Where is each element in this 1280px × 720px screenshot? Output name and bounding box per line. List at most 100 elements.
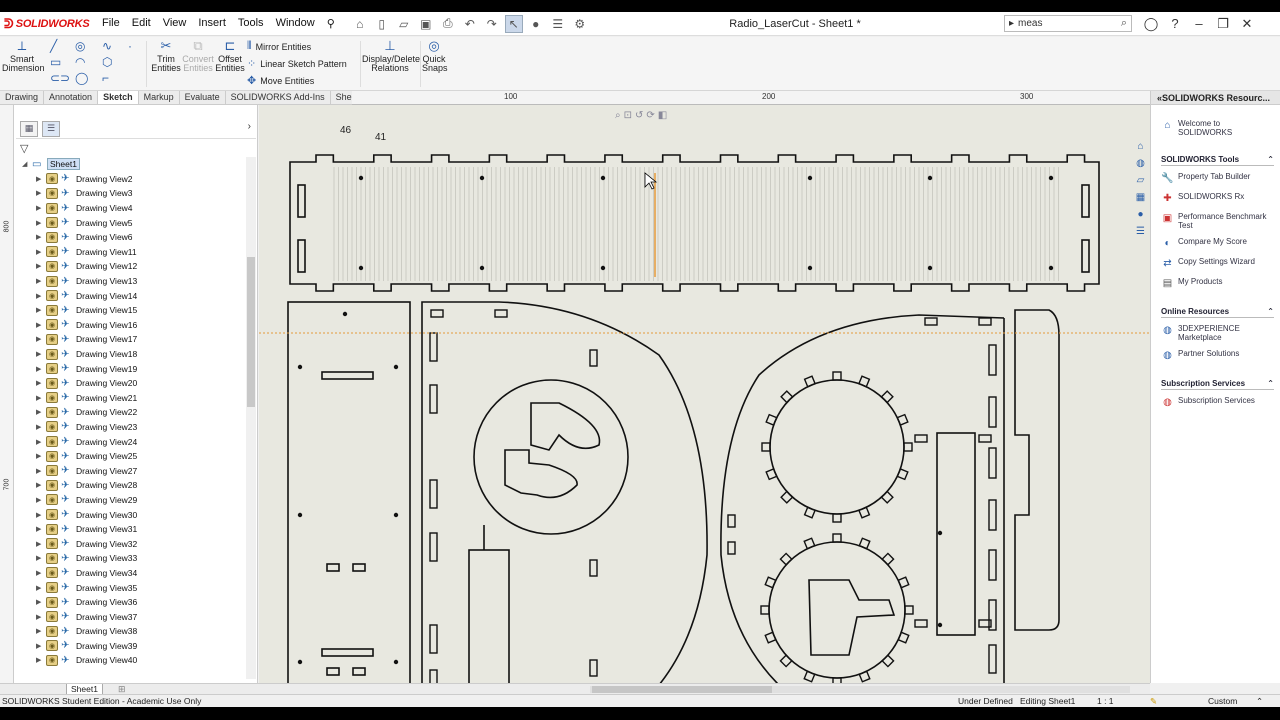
tree-item-drawing-view[interactable]: ▶ ◉ ✈ Drawing View15 (20, 303, 246, 318)
task-pane-link[interactable]: 🔧 Property Tab Builder (1161, 172, 1274, 185)
collapse-icon[interactable]: ◢ (22, 160, 32, 168)
ellipse-tool-icon[interactable]: ◯ (75, 71, 88, 85)
scroll-thumb[interactable] (592, 686, 772, 693)
scale-status[interactable]: 1 : 1 (1097, 695, 1114, 707)
expand-icon[interactable]: ▶ (36, 321, 46, 329)
restore-icon[interactable]: ❐ (1214, 16, 1232, 32)
tree-item-drawing-view[interactable]: ▶ ◉ ✈ Drawing View27 (20, 463, 246, 478)
task-pane-link[interactable]: ◍ Partner Solutions (1161, 349, 1274, 362)
tree-item-drawing-view[interactable]: ▶ ◉ ✈ Drawing View39 (20, 639, 246, 654)
appearances-icon[interactable]: ● (1134, 208, 1147, 221)
expand-icon[interactable]: ▶ (36, 233, 46, 241)
chevron-up-icon[interactable]: ⌃ (1256, 695, 1263, 707)
tab-drawing[interactable]: Drawing (0, 91, 45, 104)
menu-window[interactable]: Window (270, 17, 321, 30)
tree-item-drawing-view[interactable]: ▶ ◉ ✈ Drawing View3 (20, 186, 246, 201)
expand-icon[interactable]: ▶ (36, 379, 46, 387)
undo-icon[interactable]: ↶ (461, 15, 479, 33)
search-icon[interactable]: ⌕ (1121, 17, 1127, 30)
tree-item-drawing-view[interactable]: ▶ ◉ ✈ Drawing View14 (20, 288, 246, 303)
section-header[interactable]: Subscription Services ⌃ (1161, 379, 1274, 390)
task-pane-link[interactable]: ⇄ Copy Settings Wizard (1161, 257, 1274, 270)
smart-dimension-button[interactable]: ⟂ Smart Dimension (2, 39, 45, 73)
task-pane-link[interactable]: ▣ Performance Benchmark Test (1161, 212, 1274, 230)
expand-icon[interactable]: ▶ (36, 656, 46, 664)
expand-icon[interactable]: ▶ (36, 175, 46, 183)
expand-icon[interactable]: ▶ (36, 262, 46, 270)
tab-markup[interactable]: Markup (139, 91, 180, 104)
expand-icon[interactable]: ▶ (36, 438, 46, 446)
tab-evaluate[interactable]: Evaluate (180, 91, 226, 104)
solidworks-logo[interactable]: ᕲ SOLIDWORKS (4, 16, 90, 32)
expand-icon[interactable]: ▶ (36, 408, 46, 416)
expand-icon[interactable]: ▶ (36, 189, 46, 197)
tree-item-drawing-view[interactable]: ▶ ◉ ✈ Drawing View17 (20, 332, 246, 347)
menu-edit[interactable]: Edit (126, 17, 157, 30)
tree-item-drawing-view[interactable]: ▶ ◉ ✈ Drawing View38 (20, 624, 246, 639)
spline-tool-icon[interactable]: ∿ (102, 39, 112, 53)
options-gear-icon[interactable]: ⚙ (571, 15, 589, 33)
help-icon[interactable]: ? (1166, 16, 1184, 31)
welcome-link[interactable]: ⌂ Welcome to SOLIDWORKS (1161, 119, 1274, 137)
expand-icon[interactable]: ▶ (36, 584, 46, 592)
tab-annotation[interactable]: Annotation (44, 91, 99, 104)
tree-item-drawing-view[interactable]: ▶ ◉ ✈ Drawing View5 (20, 215, 246, 230)
filter-icon[interactable]: ▽ (20, 142, 28, 155)
menu-view[interactable]: View (157, 17, 193, 30)
expand-icon[interactable]: ▶ (36, 292, 46, 300)
units-selector[interactable]: Custom (1208, 695, 1237, 707)
property-manager-icon[interactable]: ☰ (42, 120, 60, 137)
slot-tool-icon[interactable]: ⊂⊃ (50, 71, 70, 85)
linear-sketch-pattern-button[interactable]: ⁘ Linear Sketch Pattern (247, 57, 347, 70)
rectangle-tool-icon[interactable]: ▭ (50, 55, 61, 69)
expand-arrow-icon[interactable]: › (248, 121, 251, 132)
expand-icon[interactable]: ▶ (36, 467, 46, 475)
tree-root-sheet[interactable]: ◢ ▭ Sheet1 (20, 157, 246, 172)
task-pane-link[interactable]: ◍ 3DEXPERIENCE Marketplace (1161, 324, 1274, 342)
chevron-up-icon[interactable]: ⌃ (1267, 307, 1274, 316)
tree-item-drawing-view[interactable]: ▶ ◉ ✈ Drawing View36 (20, 595, 246, 610)
task-pane-link[interactable]: ◐ Compare My Score (1161, 237, 1274, 250)
offset-entities-button[interactable]: ⊏ Offset Entities (210, 39, 250, 73)
tree-scrollbar[interactable] (246, 157, 256, 679)
chevron-up-icon[interactable]: ⌃ (1267, 155, 1274, 164)
expand-icon[interactable]: ▶ (36, 277, 46, 285)
tree-item-drawing-view[interactable]: ▶ ◉ ✈ Drawing View23 (20, 420, 246, 435)
rebuild-icon[interactable]: ● (527, 15, 545, 33)
tree-item-drawing-view[interactable]: ▶ ◉ ✈ Drawing View34 (20, 566, 246, 581)
scroll-thumb[interactable] (247, 257, 255, 407)
arc-tool-icon[interactable]: ◠ (75, 55, 85, 69)
file-explorer-icon[interactable]: ▱ (1134, 174, 1147, 187)
parts-library-icon[interactable]: ◍ (1134, 157, 1147, 170)
expand-icon[interactable]: ▶ (36, 248, 46, 256)
rotate-icon[interactable]: ⟳ (646, 110, 654, 121)
tree-item-drawing-view[interactable]: ▶ ◉ ✈ Drawing View6 (20, 230, 246, 245)
expand-icon[interactable]: ▶ (36, 365, 46, 373)
expand-icon[interactable]: ▶ (36, 525, 46, 533)
menu-insert[interactable]: Insert (192, 17, 232, 30)
expand-icon[interactable]: ▶ (36, 627, 46, 635)
file-properties-icon[interactable]: ☰ (549, 15, 567, 33)
expand-icon[interactable]: ▶ (36, 423, 46, 431)
tree-item-drawing-view[interactable]: ▶ ◉ ✈ Drawing View35 (20, 580, 246, 595)
print-icon[interactable]: ⎙ (439, 15, 457, 33)
search-input[interactable]: ▸ meas ⌕ (1004, 15, 1132, 32)
tree-item-drawing-view[interactable]: ▶ ◉ ✈ Drawing View22 (20, 405, 246, 420)
tree-item-drawing-view[interactable]: ▶ ◉ ✈ Drawing View32 (20, 536, 246, 551)
expand-icon[interactable]: ▶ (36, 481, 46, 489)
tree-item-drawing-view[interactable]: ▶ ◉ ✈ Drawing View24 (20, 434, 246, 449)
save-icon[interactable]: ▣ (417, 15, 435, 33)
tree-item-drawing-view[interactable]: ▶ ◉ ✈ Drawing View12 (20, 259, 246, 274)
section-header[interactable]: SOLIDWORKS Tools ⌃ (1161, 155, 1274, 166)
fillet-tool-icon[interactable]: ⌐ (102, 71, 109, 85)
home-icon[interactable]: ⌂ (351, 15, 369, 33)
task-pane-link[interactable]: ▤ My Products (1161, 277, 1274, 290)
expand-icon[interactable]: ▶ (36, 204, 46, 212)
tree-item-drawing-view[interactable]: ▶ ◉ ✈ Drawing View25 (20, 449, 246, 464)
expand-icon[interactable]: ▶ (36, 219, 46, 227)
tree-item-drawing-view[interactable]: ▶ ◉ ✈ Drawing View4 (20, 201, 246, 216)
expand-icon[interactable]: ▶ (36, 496, 46, 504)
pin-icon[interactable]: ⚲ (321, 17, 341, 30)
tree-item-drawing-view[interactable]: ▶ ◉ ✈ Drawing View13 (20, 274, 246, 289)
rebuild-icon[interactable]: ✎ (1150, 695, 1157, 707)
